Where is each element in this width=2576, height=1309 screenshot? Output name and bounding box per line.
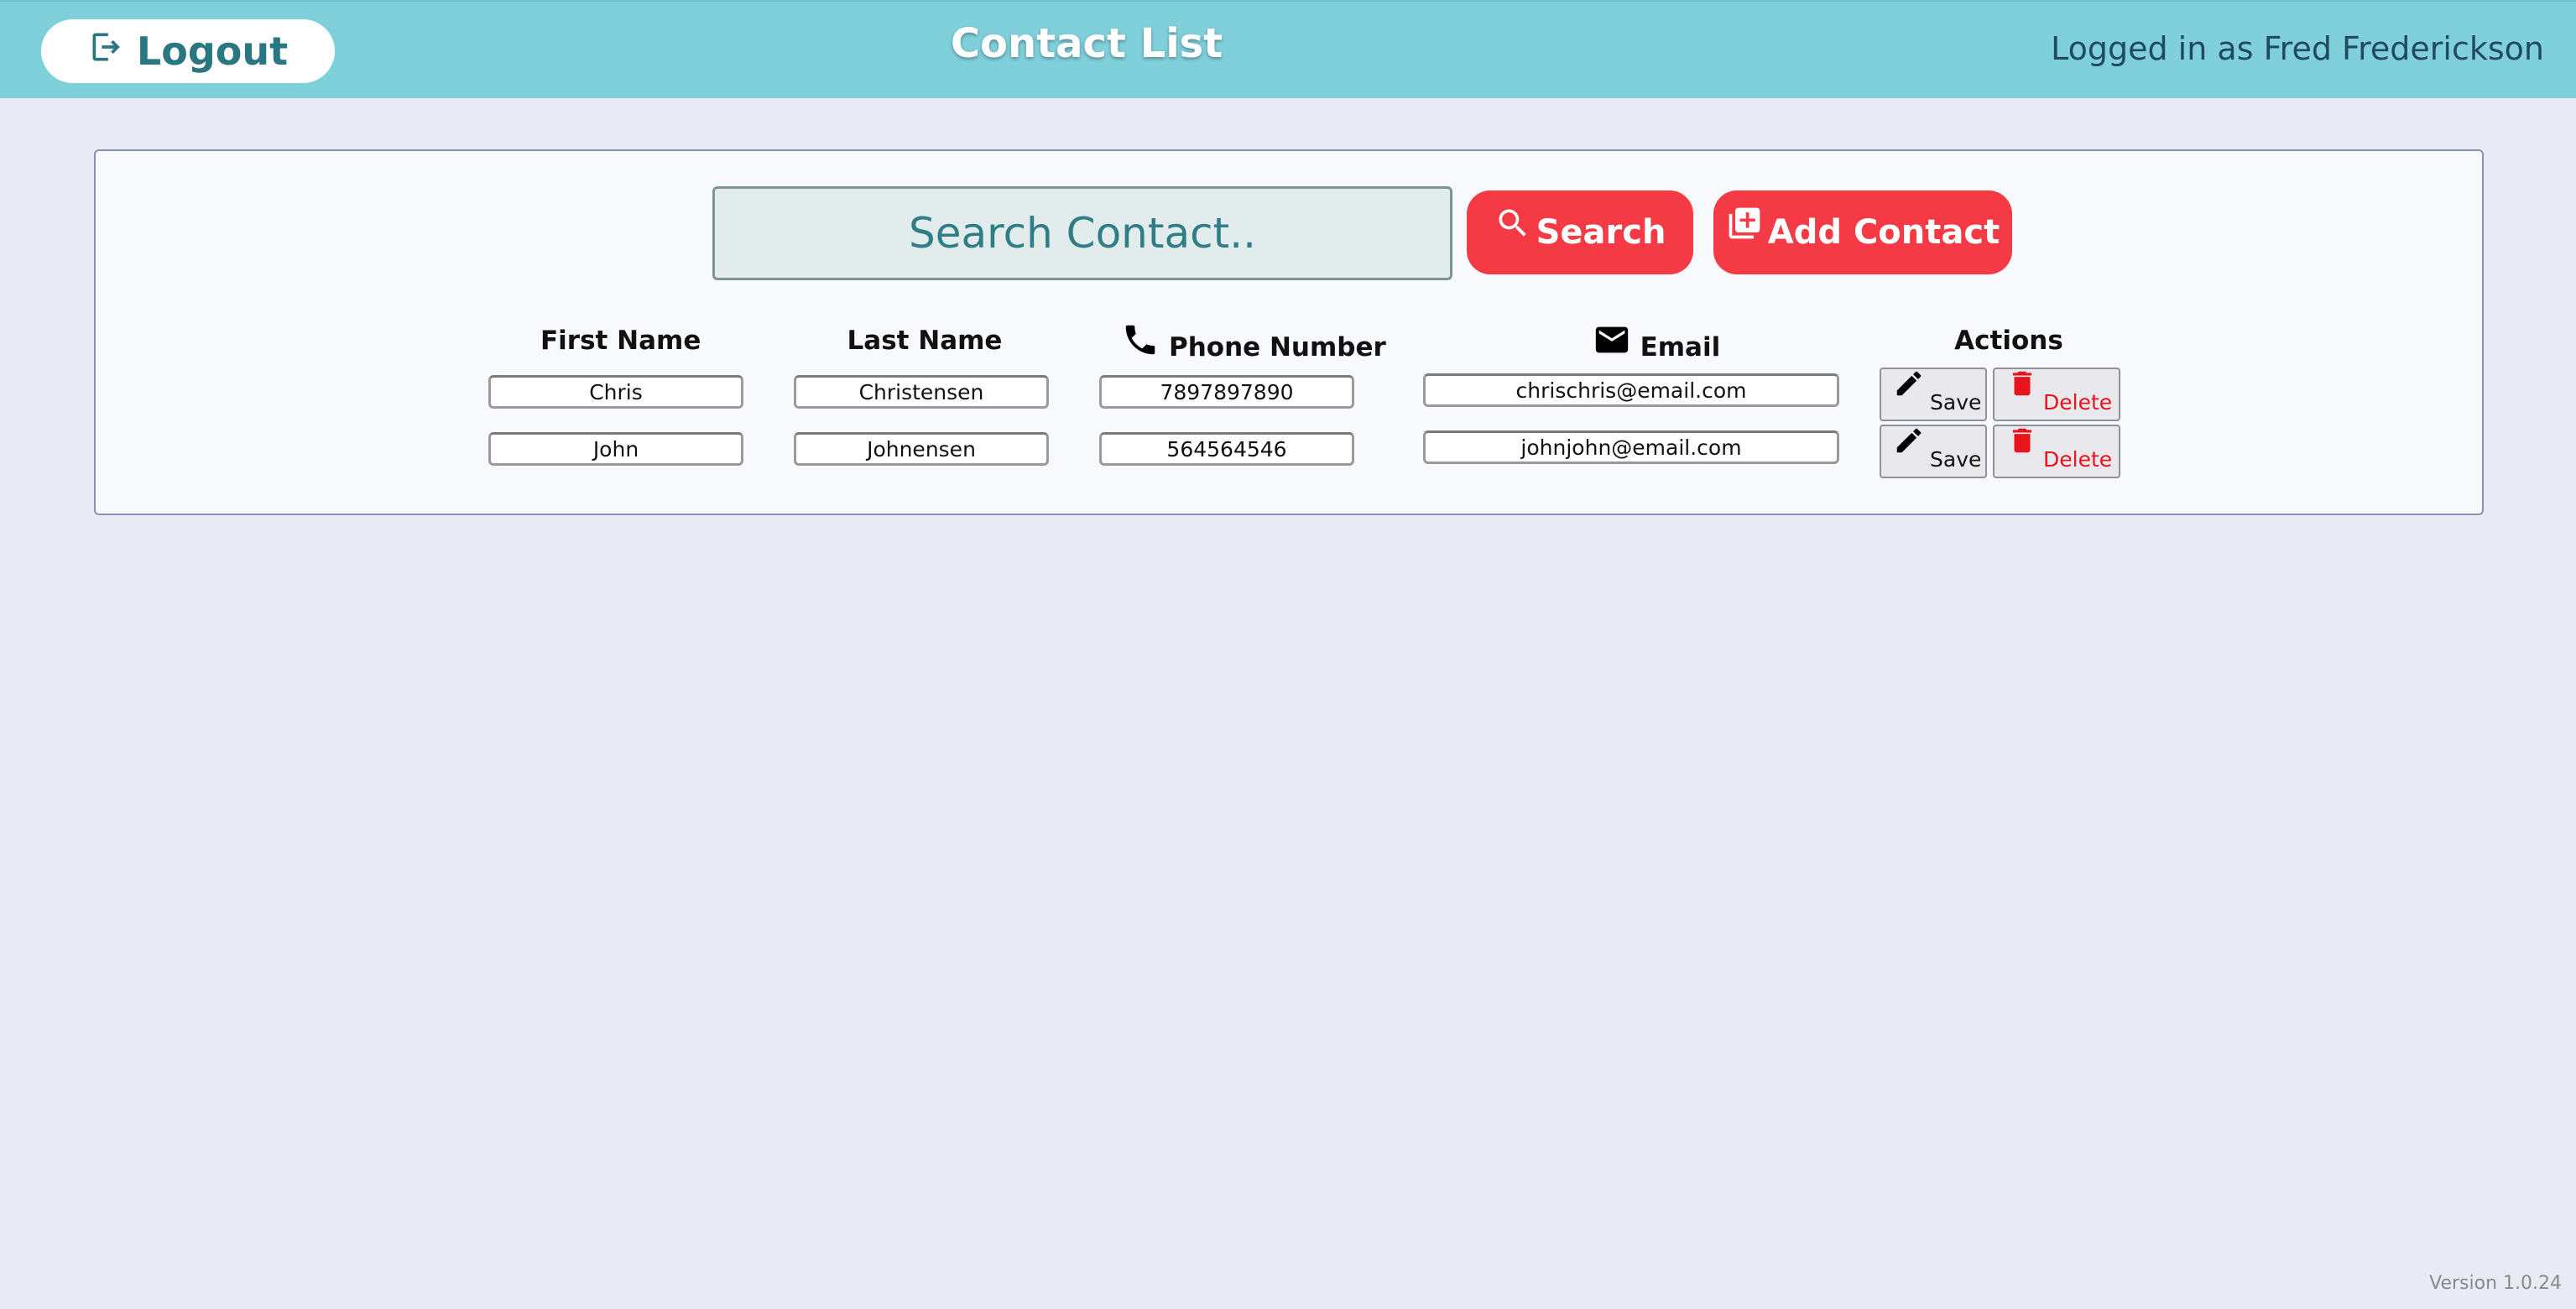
header-first-name: First Name	[540, 326, 701, 356]
pencil-icon	[1893, 428, 1925, 472]
page-title: Contact List	[950, 20, 1223, 67]
phone-number-field[interactable]	[1099, 432, 1354, 466]
last-name-field[interactable]	[794, 375, 1049, 409]
save-label: Save	[1930, 447, 1982, 472]
delete-label: Delete	[2043, 447, 2113, 472]
header-phone-number: Phone Number	[1103, 321, 1405, 362]
search-button-label: Search	[1536, 213, 1666, 252]
delete-label: Delete	[2043, 390, 2113, 415]
delete-button[interactable]: Delete	[1993, 368, 2120, 421]
search-button[interactable]: Search	[1467, 190, 1693, 274]
save-label: Save	[1930, 390, 1982, 415]
header-phone-label: Phone Number	[1169, 332, 1386, 362]
version-label: Version 1.0.24	[2429, 1273, 2562, 1294]
last-name-field[interactable]	[794, 432, 1049, 466]
header-email: Email	[1564, 321, 1749, 362]
trash-icon	[2006, 428, 2038, 472]
first-name-field[interactable]	[488, 432, 743, 466]
save-button[interactable]: Save	[1880, 368, 1987, 421]
mail-icon	[1593, 326, 1640, 362]
header-actions: Actions	[1954, 326, 2063, 356]
top-bar: Logout Contact List Logged in as Fred Fr…	[0, 0, 2576, 98]
header-last-name: Last Name	[847, 326, 1003, 356]
search-icon	[1494, 209, 1531, 255]
save-button[interactable]: Save	[1880, 425, 1987, 478]
header-email-label: Email	[1640, 332, 1721, 362]
add-box-icon	[1726, 207, 1763, 255]
pencil-icon	[1893, 371, 1925, 415]
delete-button[interactable]: Delete	[1993, 425, 2120, 478]
first-name-field[interactable]	[488, 375, 743, 409]
phone-icon	[1121, 325, 1169, 362]
contacts-card: Search Add Contact First Name Last Name …	[94, 149, 2484, 515]
email-field[interactable]	[1423, 373, 1839, 407]
logged-in-user: Logged in as Fred Frederickson	[2051, 30, 2544, 67]
email-field[interactable]	[1423, 430, 1839, 464]
add-contact-label: Add Contact	[1767, 213, 2000, 252]
trash-icon	[2006, 371, 2038, 415]
search-input[interactable]	[712, 186, 1452, 280]
phone-number-field[interactable]	[1099, 375, 1354, 409]
add-contact-button[interactable]: Add Contact	[1713, 190, 2012, 274]
